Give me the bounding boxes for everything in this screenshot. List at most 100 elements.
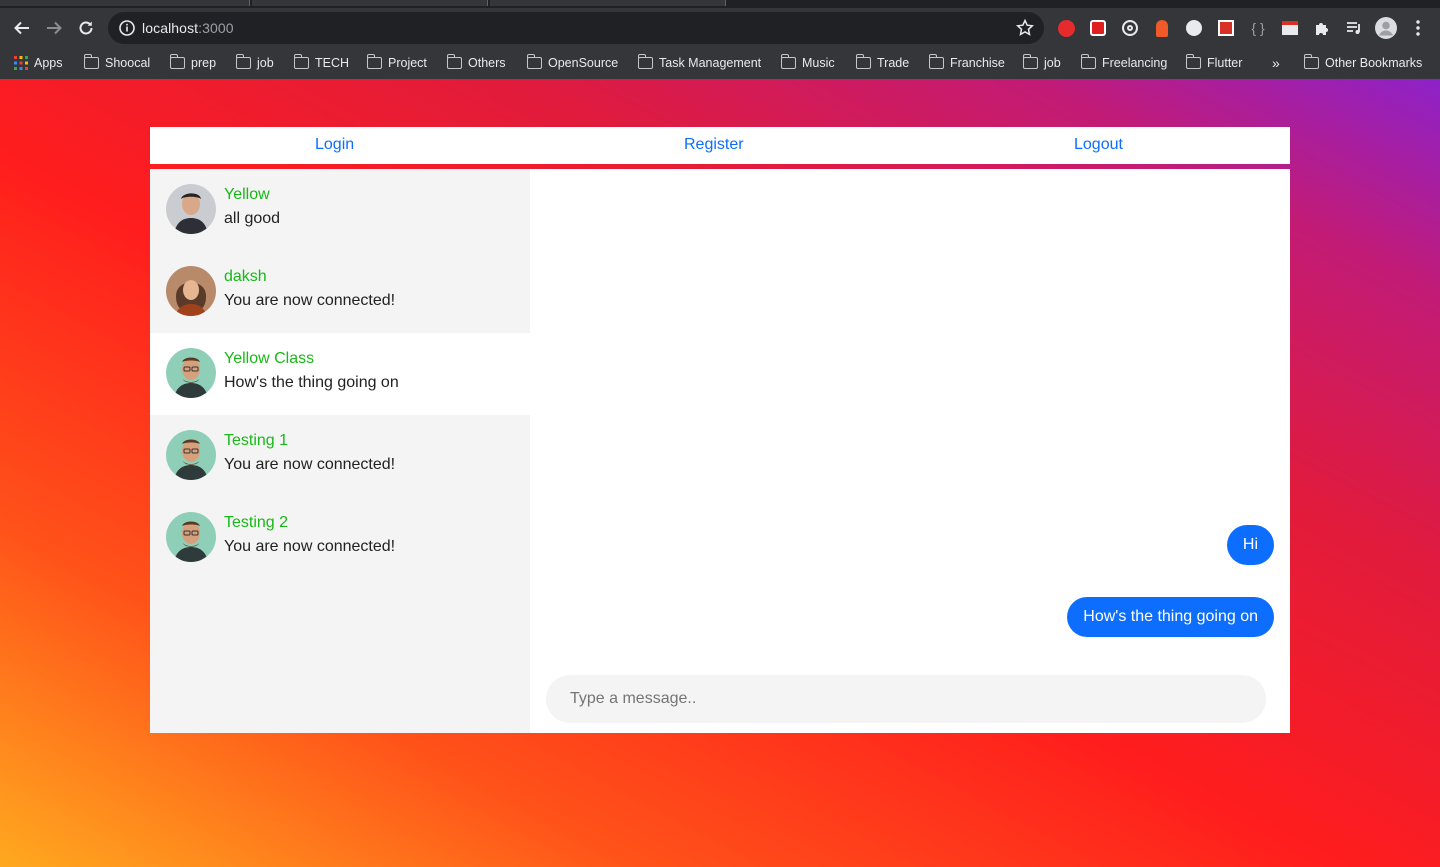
contact-last-message: You are now connected! (224, 538, 396, 555)
bookmark-label: Franchise (950, 56, 1005, 70)
adblock-extension-icon[interactable] (1056, 18, 1076, 38)
avatar (166, 430, 216, 480)
message-bubble-outgoing: Hi (1226, 525, 1274, 565)
bookmark-label: Flutter (1207, 56, 1243, 70)
bookmark-folder[interactable]: Flutter (1185, 54, 1243, 72)
bookmark-apps[interactable]: Apps (14, 54, 63, 72)
bookmark-folder[interactable]: prep (169, 54, 217, 72)
contact-name: Yellow (224, 186, 270, 203)
bookmarks-bar: Apps Shoocal prep job TECH Project Other… (0, 48, 1440, 79)
chat-app: Login Register Logout Yellow all good da… (150, 127, 1290, 733)
bookmark-label: prep (191, 56, 217, 70)
grid-extension-icon[interactable] (1216, 18, 1236, 38)
contact-name: daksh (224, 268, 267, 285)
browser-tab[interactable] (252, 0, 488, 6)
contact-last-message: all good (224, 210, 281, 227)
bookmark-folder[interactable]: Music (780, 54, 835, 72)
bookmark-folder[interactable]: Freelancing (1080, 54, 1168, 72)
folder-icon (855, 54, 871, 69)
bookmark-folder[interactable]: TECH (293, 54, 350, 72)
folder-icon (1303, 54, 1319, 69)
media-control-icon[interactable] (1344, 18, 1364, 38)
reload-icon (79, 21, 93, 35)
folder-icon (1185, 54, 1201, 69)
top-nav: Login Register Logout (150, 127, 1290, 165)
extensions-puzzle-icon[interactable] (1312, 18, 1332, 38)
avatar (166, 348, 216, 398)
reload-button[interactable] (74, 16, 98, 40)
contact-item[interactable]: daksh You are now connected! (150, 251, 530, 333)
bookmark-folder[interactable]: job (1022, 54, 1061, 72)
bookmark-folder[interactable]: Task Management (637, 54, 762, 72)
folder-icon (928, 54, 944, 69)
apps-grid-icon (14, 56, 28, 70)
folder-icon (526, 54, 542, 69)
browser-chrome: localhost:3000 { } Apps Shoocal prep job… (0, 0, 1440, 79)
avatar (166, 266, 216, 316)
sheet-extension-icon[interactable] (1280, 18, 1300, 38)
avatar (166, 512, 216, 562)
bookmark-label: Apps (34, 56, 63, 70)
rocket-extension-icon[interactable] (1152, 18, 1172, 38)
bookmark-label: Freelancing (1102, 56, 1168, 70)
browser-tab[interactable] (490, 0, 726, 6)
url-host: localhost (142, 20, 199, 36)
folder-icon (637, 54, 653, 69)
bookmark-folder[interactable]: Others (446, 54, 506, 72)
bookmark-label: job (1044, 56, 1061, 70)
profile-icon (1375, 17, 1397, 39)
avatar (166, 184, 216, 234)
bookmark-folder[interactable]: Shoocal (83, 54, 151, 72)
contact-item-active[interactable]: Yellow Class How's the thing going on (150, 333, 530, 415)
folder-icon (169, 54, 185, 69)
other-bookmarks[interactable]: Other Bookmarks (1303, 54, 1423, 72)
bookmark-folder[interactable]: OpenSource (526, 54, 618, 72)
folder-icon (366, 54, 382, 69)
register-link[interactable]: Register (684, 136, 744, 154)
contact-item[interactable]: Testing 1 You are now connected! (150, 415, 530, 497)
logout-link[interactable]: Logout (1074, 136, 1123, 154)
url-port: :3000 (198, 20, 234, 36)
profile-avatar-icon[interactable] (1374, 16, 1398, 40)
message-input[interactable] (546, 675, 1266, 723)
bookmark-label: Other Bookmarks (1325, 56, 1423, 70)
tab-strip (0, 0, 1440, 8)
contact-last-message: You are now connected! (224, 292, 396, 309)
browser-menu-icon[interactable] (1408, 18, 1428, 38)
browser-tab[interactable] (0, 0, 250, 6)
folder-icon (446, 54, 462, 69)
brackets-extension-icon[interactable]: { } (1248, 18, 1268, 38)
contact-name: Yellow Class (224, 350, 315, 367)
bookmark-folder[interactable]: Franchise (928, 54, 1005, 72)
browser-toolbar: localhost:3000 { } (0, 8, 1440, 48)
target-extension-icon[interactable] (1120, 18, 1140, 38)
bookmark-label: Others (468, 56, 506, 70)
bookmark-folder[interactable]: Project (366, 54, 427, 72)
login-link[interactable]: Login (315, 136, 354, 154)
bookmark-label: Task Management (659, 56, 762, 70)
globe-extension-icon[interactable] (1184, 18, 1204, 38)
chat-panel: Hi How's the thing going on (530, 169, 1290, 733)
contact-item[interactable]: Yellow all good (150, 169, 530, 251)
folder-icon (1080, 54, 1096, 69)
bookmark-folder[interactable]: Trade (855, 54, 909, 72)
bookmark-label: job (257, 56, 274, 70)
bookmark-star-icon[interactable] (1015, 18, 1035, 38)
bookmark-folder[interactable]: job (235, 54, 274, 72)
forward-button[interactable] (42, 16, 66, 40)
contact-last-message: How's the thing going on (224, 374, 399, 391)
page-background: Login Register Logout Yellow all good da… (0, 79, 1440, 867)
contact-last-message: You are now connected! (224, 456, 396, 473)
back-button[interactable] (10, 16, 34, 40)
puzzle-icon (1316, 23, 1328, 35)
nav-underline (150, 164, 1290, 168)
bookmark-label: Shoocal (105, 56, 151, 70)
info-icon[interactable] (118, 19, 136, 37)
video-extension-icon[interactable] (1088, 18, 1108, 38)
contact-item[interactable]: Testing 2 You are now connected! (150, 497, 530, 579)
contact-name: Testing 1 (224, 432, 289, 449)
bookmarks-overflow-button[interactable]: » (1272, 54, 1280, 72)
bookmark-label: TECH (315, 56, 350, 70)
back-arrow-icon (14, 21, 29, 35)
address-bar[interactable]: localhost:3000 (108, 12, 1044, 44)
